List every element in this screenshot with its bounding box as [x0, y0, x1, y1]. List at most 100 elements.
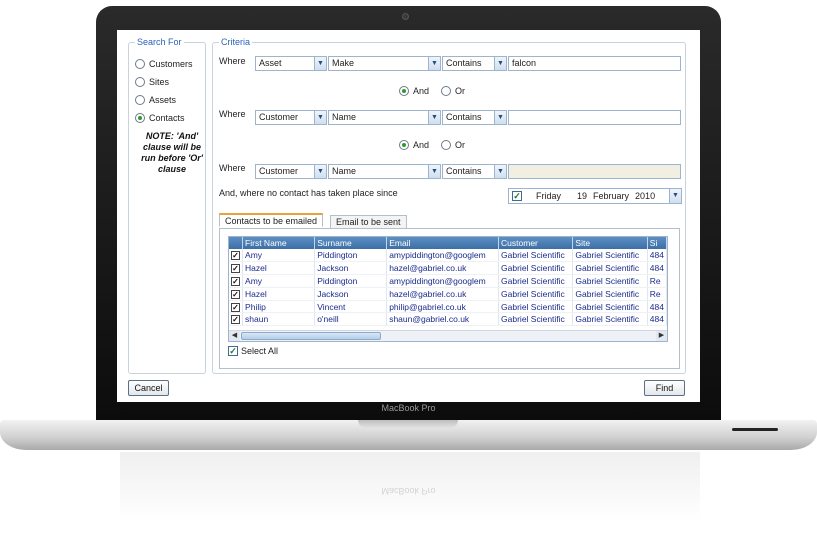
table-row[interactable]: ✓ Hazel Jackson hazel@gabriel.co.uk Gabr…: [229, 287, 667, 301]
field-select[interactable]: Name ▼: [328, 164, 441, 179]
radio-button-icon[interactable]: [135, 77, 145, 87]
operator-select[interactable]: Contains ▼: [442, 164, 507, 179]
row-checkbox-cell[interactable]: ✓: [229, 287, 244, 301]
radio-button-icon[interactable]: [441, 140, 451, 150]
row-checkbox-cell[interactable]: ✓: [229, 300, 244, 314]
radio-customers[interactable]: Customers: [135, 59, 193, 69]
table-cell: Gabriel Scientific: [498, 274, 574, 288]
radio-button-selected-icon[interactable]: [399, 140, 409, 150]
operator-select-value: Contains: [446, 112, 482, 122]
row-checkbox[interactable]: ✓: [231, 251, 241, 261]
entity-select-value: Asset: [259, 58, 282, 68]
column-header[interactable]: Site: [572, 237, 648, 249]
criteria-value-input[interactable]: [508, 164, 681, 179]
find-button[interactable]: Find: [644, 380, 685, 396]
scrollbar-thumb[interactable]: [241, 332, 381, 340]
row-checkbox[interactable]: ✓: [231, 289, 241, 299]
table-cell: Gabriel Scientific: [572, 274, 648, 288]
row-checkbox[interactable]: ✓: [231, 302, 241, 312]
column-header[interactable]: Si: [647, 237, 667, 249]
entity-select[interactable]: Asset ▼: [255, 56, 327, 71]
chevron-down-icon[interactable]: ▼: [428, 57, 440, 70]
table-cell: Gabriel Scientific: [498, 287, 574, 301]
column-header[interactable]: First Name: [242, 237, 316, 249]
operator-select[interactable]: Contains ▼: [442, 56, 507, 71]
radio-button-icon[interactable]: [135, 95, 145, 105]
select-all-checkbox[interactable]: ✓: [228, 346, 238, 356]
row-checkbox-cell[interactable]: ✓: [229, 312, 244, 327]
row-checkbox[interactable]: ✓: [231, 264, 241, 274]
chevron-down-icon[interactable]: ▼: [314, 57, 326, 70]
radio-sites[interactable]: Sites: [135, 77, 169, 87]
select-all[interactable]: ✓ Select All: [228, 346, 278, 356]
tab-email-to-be-sent[interactable]: Email to be sent: [330, 215, 407, 229]
radio-assets[interactable]: Assets: [135, 95, 176, 105]
chevron-down-icon[interactable]: ▼: [314, 165, 326, 178]
connector-and-label: And: [413, 86, 430, 96]
table-cell: Gabriel Scientific: [498, 261, 574, 276]
connector-and[interactable]: And: [399, 140, 429, 150]
calendar-dropdown-icon[interactable]: ▼: [669, 189, 681, 203]
chevron-down-icon[interactable]: ▼: [494, 111, 506, 124]
table-cell: Gabriel Scientific: [498, 312, 574, 327]
table-cell: Gabriel Scientific: [498, 300, 574, 314]
table-cell: amypiddington@googlem: [386, 249, 500, 263]
scroll-right-icon[interactable]: ▶: [656, 331, 667, 341]
entity-select[interactable]: Customer ▼: [255, 110, 327, 125]
where-label: Where: [219, 163, 246, 173]
table-cell: Amy: [242, 274, 316, 288]
operator-select-value: Contains: [446, 166, 482, 176]
table-cell: Piddington: [314, 249, 388, 263]
chevron-down-icon[interactable]: ▼: [494, 165, 506, 178]
chevron-down-icon[interactable]: ▼: [494, 57, 506, 70]
horizontal-scrollbar[interactable]: ◀ ▶: [229, 330, 667, 341]
connector-and[interactable]: And: [399, 86, 429, 96]
field-select-value: Name: [332, 166, 357, 176]
row-checkbox[interactable]: ✓: [231, 276, 241, 286]
column-header[interactable]: Customer: [498, 237, 574, 249]
chevron-down-icon[interactable]: ▼: [314, 111, 326, 124]
date-day: Friday: [536, 191, 562, 201]
no-contact-date-picker[interactable]: ✓ Friday 19 February 2010 ▼: [508, 188, 682, 204]
tab-contacts-to-be-emailed[interactable]: Contacts to be emailed: [219, 213, 324, 227]
connector-or[interactable]: Or: [441, 140, 465, 150]
date-enabled-checkbox[interactable]: ✓: [512, 191, 522, 201]
column-header[interactable]: Email: [386, 237, 500, 249]
field-select[interactable]: Name ▼: [328, 110, 441, 125]
laptop-lid-notch: [358, 420, 458, 428]
connector-or[interactable]: Or: [441, 86, 465, 96]
field-select-value: Name: [332, 112, 357, 122]
column-header[interactable]: Surname: [314, 237, 388, 249]
table-row[interactable]: ✓ shaun o'neill shaun@gabriel.co.uk Gabr…: [229, 312, 667, 327]
row-checkbox-cell[interactable]: ✓: [229, 274, 244, 288]
table-cell: Philip: [242, 300, 316, 314]
radio-button-icon[interactable]: [135, 59, 145, 69]
row-checkbox[interactable]: ✓: [231, 315, 241, 325]
field-select[interactable]: Make ▼: [328, 56, 441, 71]
row-checkbox-cell[interactable]: ✓: [229, 249, 244, 263]
table-cell: o'neill: [314, 312, 388, 327]
operator-select[interactable]: Contains ▼: [442, 110, 507, 125]
chevron-down-icon[interactable]: ▼: [428, 165, 440, 178]
table-row[interactable]: ✓ Amy Piddington amypiddington@googlem G…: [229, 249, 667, 263]
criteria-panel: Criteria Where Asset ▼ Make ▼ Contains ▼…: [212, 37, 686, 374]
table-cell: Gabriel Scientific: [498, 249, 574, 263]
row-checkbox-cell[interactable]: ✓: [229, 261, 244, 276]
entity-select[interactable]: Customer ▼: [255, 164, 327, 179]
scroll-left-icon[interactable]: ◀: [229, 331, 240, 341]
cancel-button[interactable]: Cancel: [128, 380, 169, 396]
criteria-value-input[interactable]: falcon: [508, 56, 681, 71]
radio-button-selected-icon[interactable]: [135, 113, 145, 123]
radio-button-icon[interactable]: [441, 86, 451, 96]
where-label: Where: [219, 56, 246, 66]
radio-contacts[interactable]: Contacts: [135, 113, 185, 123]
table-row[interactable]: ✓ Amy Piddington amypiddington@googlem G…: [229, 274, 667, 288]
table-row[interactable]: ✓ Philip Vincent philip@gabriel.co.uk Ga…: [229, 300, 667, 314]
table-cell: 484: [647, 249, 667, 263]
radio-button-selected-icon[interactable]: [399, 86, 409, 96]
criteria-value-input[interactable]: [508, 110, 681, 125]
chevron-down-icon[interactable]: ▼: [428, 111, 440, 124]
date-year: 2010: [635, 191, 656, 201]
table-cell: shaun: [242, 312, 316, 327]
table-row[interactable]: ✓ Hazel Jackson hazel@gabriel.co.uk Gabr…: [229, 261, 667, 276]
